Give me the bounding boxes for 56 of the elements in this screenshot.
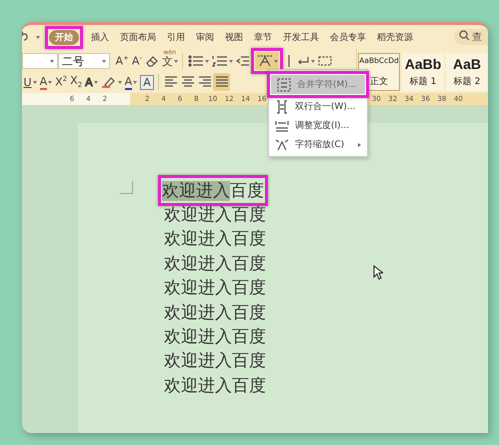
align-center-icon [180, 75, 195, 89]
text-line: 欢迎进入百度 [164, 302, 266, 324]
format-button[interactable]: A [84, 73, 100, 91]
style-preset[interactable]: AaB 标题 2 [446, 53, 488, 91]
justify-icon [214, 75, 229, 89]
text-line: 欢迎进入百度 [164, 228, 266, 250]
char-format-button[interactable] [255, 52, 280, 70]
caret-icon [102, 60, 106, 62]
menu-item[interactable]: 调整宽度(I)... [269, 116, 367, 135]
format-button[interactable]: A$^{+}$ [114, 52, 130, 70]
eraser-icon [144, 54, 159, 68]
font-size-field[interactable]: 二号 [58, 53, 110, 69]
format-button[interactable]: U [22, 73, 38, 91]
format-button[interactable]: A [38, 73, 54, 91]
ribbon-tab[interactable]: 会员专享 [327, 30, 369, 44]
text-line: 欢迎进入百度 [164, 252, 266, 275]
menu-item[interactable]: 双行合一(W)... [269, 97, 367, 116]
text-line: 欢迎进入百度 [164, 350, 266, 372]
ribbon-tab[interactable]: 章节 [251, 30, 275, 44]
adjust-width-icon [275, 118, 289, 132]
bullet-list-icon [188, 54, 204, 68]
scale-icon [275, 138, 289, 152]
style-preset[interactable]: AaBb 标题 1 [402, 53, 444, 91]
text-line: 欢迎进入百度 [164, 326, 266, 348]
font-name-field[interactable] [22, 53, 58, 69]
format-button[interactable]: A [138, 73, 156, 91]
align-right-icon [198, 75, 212, 89]
text-line: 欢迎进入百度 [164, 374, 266, 397]
align-left-icon [164, 75, 178, 89]
numbered-list-icon [212, 54, 228, 68]
menu-item[interactable]: 合并字符(M)... [271, 75, 365, 94]
caret-icon [36, 36, 40, 38]
ribbon-tab[interactable]: 开发工具 [280, 30, 322, 44]
ribbon-tab[interactable]: 视图 [222, 30, 246, 44]
character-format-icon [256, 54, 273, 68]
dashed-border-icon [318, 54, 332, 68]
text-line: 欢迎进入百度 [162, 180, 264, 202]
format-button[interactable]: A$^{-}$ [130, 52, 144, 70]
combine-characters-icon [277, 78, 291, 92]
ribbon-tab[interactable]: 插入 [88, 30, 112, 44]
search-field[interactable]: 查 [454, 29, 488, 45]
highlighter-icon [100, 75, 117, 89]
ribbon-tab[interactable]: 引用 [164, 30, 188, 44]
format-button[interactable]: X$^{2}$ [54, 73, 69, 91]
text-line: 欢迎进入百度 [164, 277, 266, 300]
caret-icon [50, 60, 54, 62]
ribbon-tab[interactable]: 页面布局 [117, 30, 159, 44]
justify-button[interactable] [213, 73, 230, 91]
outdent-icon [236, 54, 250, 68]
format-button[interactable]: X$_{2}$ [68, 73, 84, 91]
text-line: 欢迎进入百度 [164, 204, 266, 226]
format-button[interactable]: A [123, 73, 139, 91]
ribbon-tab[interactable]: 审阅 [193, 30, 217, 44]
ribbon-tab[interactable]: 稻壳资源 [374, 30, 416, 44]
menu-item[interactable]: 字符缩放(C) [269, 135, 367, 154]
two-lines-icon [275, 100, 289, 114]
